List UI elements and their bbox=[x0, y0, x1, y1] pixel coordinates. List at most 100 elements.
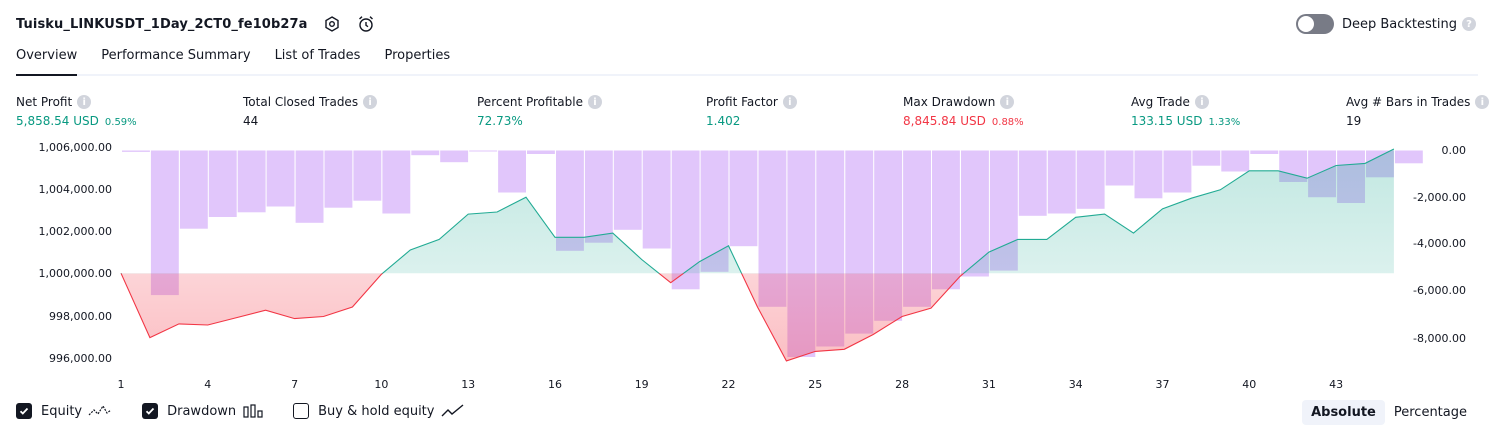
chart-legend: Equity Drawdown Buy & hold equity bbox=[16, 403, 495, 419]
drawdown-bar bbox=[1105, 150, 1134, 186]
legend-drawdown-label: Drawdown bbox=[167, 403, 237, 419]
drawdown-bar bbox=[295, 150, 324, 223]
drawdown-bar bbox=[1221, 150, 1250, 172]
metric-label: Net Profit bbox=[16, 95, 73, 109]
tab-properties[interactable]: Properties bbox=[384, 42, 450, 74]
drawdown-bar bbox=[584, 150, 613, 243]
x-axis-tick: 19 bbox=[635, 378, 649, 391]
left-axis-tick: 1,004,000.00 bbox=[39, 183, 112, 196]
metric-percent: 1.33% bbox=[1208, 117, 1241, 128]
drawdown-bar bbox=[613, 150, 642, 230]
drawdown-bar bbox=[1250, 150, 1279, 154]
metric-avg-trade: Avg Trade i 133.15 USD 1.33% bbox=[1131, 94, 1240, 128]
drawdown-bar bbox=[498, 150, 526, 193]
x-axis-tick: 37 bbox=[1156, 378, 1170, 391]
metric-avg-bars: Avg # Bars in Trades i 19 bbox=[1346, 94, 1490, 128]
drawdown-bar bbox=[469, 150, 498, 152]
metric-value: 44 bbox=[243, 114, 259, 128]
x-axis-tick: 4 bbox=[204, 378, 211, 391]
drawdown-bar bbox=[179, 150, 208, 229]
left-axis-tick: 1,006,000.00 bbox=[39, 141, 112, 154]
metric-net-profit: Net Profit i 5,858.54 USD 0.59% bbox=[16, 94, 137, 128]
legend-equity[interactable]: Equity bbox=[16, 403, 112, 419]
metric-label: Total Closed Trades bbox=[243, 95, 359, 109]
x-axis-tick: 16 bbox=[548, 378, 562, 391]
right-axis-tick: -4,000.00 bbox=[1413, 237, 1466, 250]
info-icon[interactable]: i bbox=[363, 95, 378, 109]
legend-equity-label: Equity bbox=[41, 403, 83, 419]
x-axis-tick: 34 bbox=[1069, 378, 1083, 391]
x-axis-tick: 10 bbox=[374, 378, 388, 391]
metric-label: Avg Trade bbox=[1131, 95, 1190, 109]
x-axis-tick: 40 bbox=[1242, 378, 1256, 391]
alarm-clock-add-icon[interactable] bbox=[356, 14, 376, 34]
absolute-button[interactable]: Absolute bbox=[1302, 400, 1385, 425]
drawdown-bar bbox=[1018, 150, 1047, 216]
x-axis-tick: 22 bbox=[722, 378, 736, 391]
tab-list-of-trades[interactable]: List of Trades bbox=[275, 42, 361, 74]
metric-percent: 0.88% bbox=[991, 117, 1024, 128]
metric-max-drawdown: Max Drawdown i 8,845.84 USD 0.88% bbox=[903, 94, 1024, 128]
checkbox-checked-icon[interactable] bbox=[142, 403, 159, 419]
x-axis-tick: 13 bbox=[461, 378, 475, 391]
metric-label: Profit Factor bbox=[706, 95, 778, 109]
right-axis-tick: 0.00 bbox=[1442, 144, 1467, 157]
left-axis: 1,006,000.00 1,004,000.00 1,002,000.00 1… bbox=[39, 141, 112, 365]
metric-percent: 0.59% bbox=[104, 117, 137, 128]
metric-value: 1.402 bbox=[706, 114, 741, 128]
drawdown-bar bbox=[382, 150, 411, 214]
metric-value: 72.73% bbox=[477, 114, 523, 128]
x-axis: 1 4 7 10 13 16 19 22 25 28 31 34 37 40 43 bbox=[118, 378, 1344, 391]
drawdown-bar bbox=[208, 150, 237, 217]
x-axis-tick: 43 bbox=[1329, 378, 1343, 391]
info-icon[interactable]: i bbox=[77, 95, 92, 109]
tab-performance-summary[interactable]: Performance Summary bbox=[101, 42, 250, 74]
deep-backtesting-toggle[interactable] bbox=[1295, 14, 1334, 34]
checkbox-unchecked-icon[interactable] bbox=[293, 403, 310, 419]
right-axis: 0.00 -2,000.00 -4,000.00 -6,000.00 -8,00… bbox=[1413, 144, 1466, 345]
strategy-title: Tuisku_LINKUSDT_1Day_2CT0_fe10b27a bbox=[16, 16, 308, 32]
info-icon[interactable]: i bbox=[587, 95, 602, 109]
metric-label: Max Drawdown bbox=[903, 95, 996, 109]
right-axis-tick: -6,000.00 bbox=[1413, 284, 1466, 297]
drawdown-bar bbox=[556, 150, 584, 251]
metric-value: 8,845.84 USD bbox=[903, 114, 986, 128]
legend-buy-hold[interactable]: Buy & hold equity bbox=[293, 403, 465, 419]
info-icon[interactable]: i bbox=[1000, 95, 1015, 109]
tab-overview[interactable]: Overview bbox=[16, 42, 78, 76]
tab-bar: Overview Performance Summary List of Tra… bbox=[16, 42, 1478, 76]
legend-drawdown[interactable]: Drawdown bbox=[142, 403, 263, 419]
right-axis-tick: -8,000.00 bbox=[1413, 332, 1466, 345]
drawdown-bar bbox=[237, 150, 266, 213]
trend-line-icon bbox=[441, 404, 464, 417]
metric-value: 19 bbox=[1346, 114, 1362, 128]
gear-icon[interactable] bbox=[322, 14, 342, 34]
metric-label: Percent Profitable bbox=[477, 95, 583, 109]
x-axis-tick: 7 bbox=[291, 378, 298, 391]
strategy-header: Tuisku_LINKUSDT_1Day_2CT0_fe10b27a bbox=[16, 12, 376, 36]
bar-chart-icon bbox=[243, 404, 263, 418]
left-axis-tick: 1,002,000.00 bbox=[39, 225, 112, 238]
help-icon[interactable]: ? bbox=[1462, 17, 1476, 31]
legend-buy-hold-label: Buy & hold equity bbox=[318, 403, 435, 419]
metric-total-closed-trades: Total Closed Trades i 44 bbox=[243, 94, 378, 128]
right-axis-tick: -2,000.00 bbox=[1413, 191, 1466, 204]
drawdown-bar bbox=[1076, 150, 1105, 209]
drawdown-bar bbox=[932, 150, 960, 290]
info-icon[interactable]: i bbox=[1194, 95, 1209, 109]
equity-drawdown-chart[interactable]: 1,006,000.00 1,004,000.00 1,002,000.00 1… bbox=[0, 135, 1494, 395]
equity-line-icon bbox=[88, 404, 112, 416]
checkbox-checked-icon[interactable] bbox=[16, 403, 32, 419]
deep-backtesting-label: Deep Backtesting bbox=[1341, 16, 1457, 32]
drawdown-bar bbox=[729, 150, 758, 247]
metric-label: Avg # Bars in Trades bbox=[1346, 95, 1471, 109]
percentage-button[interactable]: Percentage bbox=[1385, 400, 1476, 425]
drawdown-bar bbox=[266, 150, 295, 207]
metric-percent-profitable: Percent Profitable i 72.73% bbox=[477, 94, 602, 128]
info-icon[interactable]: i bbox=[782, 95, 797, 109]
drawdown-bar bbox=[1394, 150, 1423, 164]
drawdown-bar bbox=[440, 150, 469, 163]
info-icon[interactable]: i bbox=[1475, 95, 1490, 109]
drawdown-bar bbox=[1047, 150, 1076, 214]
x-axis-tick: 31 bbox=[982, 378, 996, 391]
